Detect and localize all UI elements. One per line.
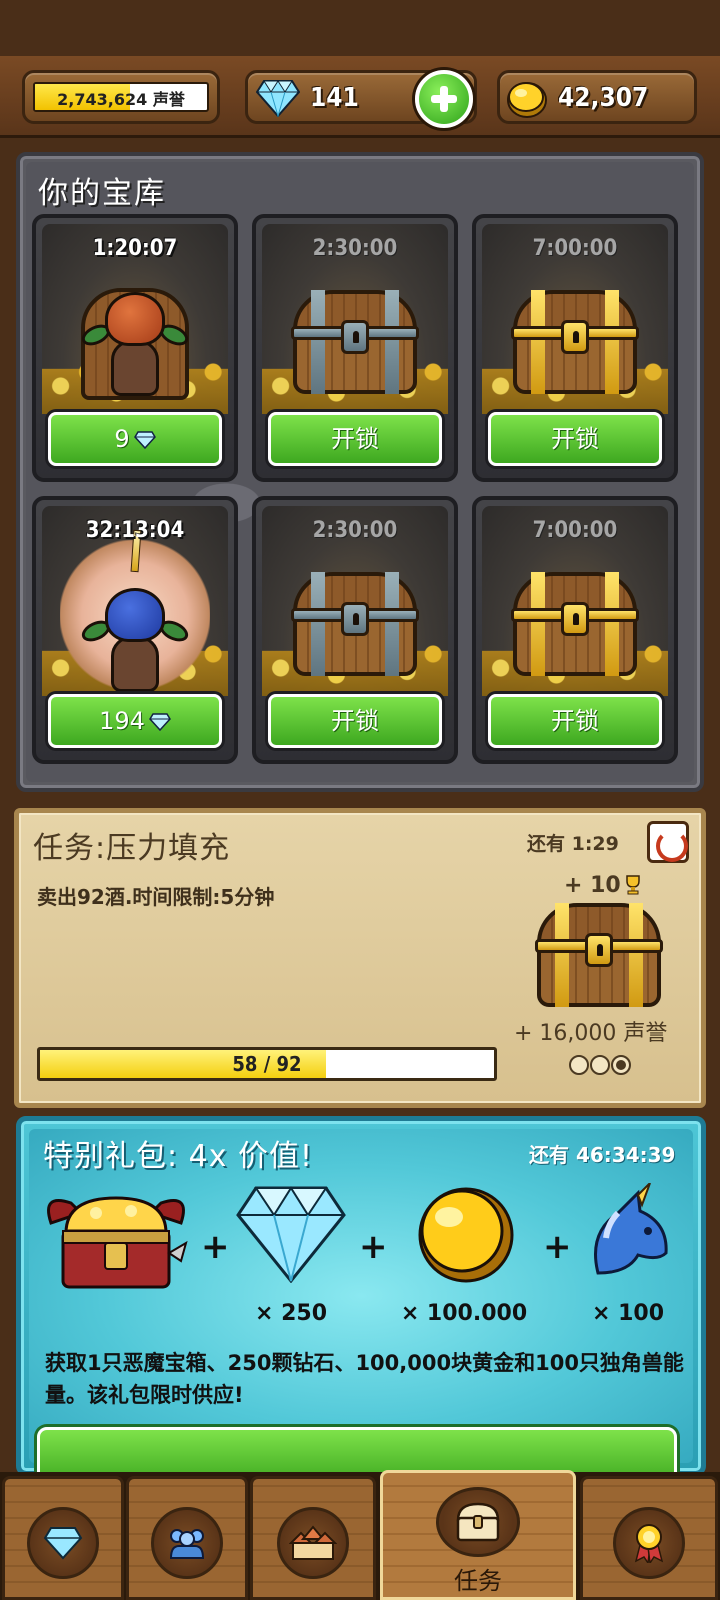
- unlock-button[interactable]: 开锁: [268, 412, 442, 466]
- speedup-cost: 9: [114, 425, 130, 453]
- gold-chest-icon: [511, 572, 639, 676]
- unicorn-icon: [594, 1182, 668, 1275]
- gold-coin-icon: [418, 1187, 514, 1283]
- gold-coin-icon: [507, 82, 547, 118]
- quest-progress-text: 58 / 92: [232, 1052, 302, 1076]
- stage-dot: [569, 1055, 589, 1075]
- slot-timer: 2:30:00: [312, 518, 398, 543]
- diamond-icon: [236, 1186, 346, 1284]
- reward-cups: + 10: [564, 873, 641, 898]
- plus-sign: +: [543, 1227, 572, 1267]
- quest-title: 任务:压力填充: [33, 831, 231, 866]
- iron-chest-icon: [291, 572, 419, 676]
- unlock-button[interactable]: 开锁: [268, 694, 442, 748]
- vault-slot-2[interactable]: 2:30:00 开锁: [252, 214, 458, 482]
- vault-title: 你的宝库: [38, 176, 166, 211]
- quest-progress-bar: 58 / 92: [37, 1047, 497, 1081]
- offer-title: 特别礼包: 4x 价值!: [43, 1139, 314, 1174]
- tab-quests-label: 任务: [454, 1567, 502, 1595]
- reputation-value: 2,743,624: [57, 90, 148, 109]
- special-offer-panel[interactable]: 特别礼包: 4x 价值! 还有 46:34:39 + × 250 + × 100…: [16, 1116, 706, 1487]
- offer-description: 获取1只恶魔宝箱、250颗钻石、100,000块黄金和100只独角兽能量。该礼包…: [45, 1351, 684, 1407]
- unlock-button[interactable]: 开锁: [488, 694, 662, 748]
- gem-icon: [133, 431, 156, 449]
- stage-dot: [590, 1055, 610, 1075]
- tab-achievements[interactable]: [580, 1476, 718, 1600]
- tab-people[interactable]: [126, 1476, 248, 1600]
- slot-timer: 2:30:00: [312, 236, 398, 261]
- gem-icon: [43, 1527, 83, 1560]
- buy-gems-button[interactable]: [415, 70, 473, 128]
- vault-slot-3[interactable]: 7:00:00 开锁: [472, 214, 678, 482]
- guarded-chest-red: [75, 282, 195, 406]
- resource-bar: 2,743,624 声誉 141 42,307: [0, 56, 720, 138]
- iron-chest-icon: [291, 290, 419, 394]
- diamond-qty: × 250: [254, 1301, 327, 1326]
- buildings-icon: [289, 1525, 337, 1560]
- treasure-vault: 你的宝库 1:20:07 9 2:30:00 开锁 7:00:00 开锁 32:…: [16, 152, 704, 792]
- speedup-cost: 194: [99, 707, 145, 735]
- unlock-button[interactable]: 开锁: [488, 412, 662, 466]
- quest-description: 卖出92酒.时间限制:5分钟: [37, 885, 275, 909]
- reputation-text: 2,743,624 声誉: [35, 86, 207, 110]
- slot-timer: 7:00:00: [532, 518, 618, 543]
- tab-gems[interactable]: [2, 1476, 124, 1600]
- quest-time-left: 还有 1:29: [527, 833, 619, 855]
- people-icon: [169, 1529, 205, 1559]
- speedup-button[interactable]: 9: [48, 412, 222, 466]
- medal-icon: [634, 1524, 664, 1563]
- trophy-icon: [625, 875, 640, 895]
- unicorn-qty: × 100: [591, 1301, 664, 1326]
- demon-chest-icon: [47, 1196, 188, 1289]
- reward-chest-icon: [535, 903, 663, 1007]
- vault-slot-5[interactable]: 2:30:00 开锁: [252, 496, 458, 764]
- slot-timer: 7:00:00: [532, 236, 618, 261]
- chest-icon: [456, 1502, 500, 1542]
- reward-reputation: + 16,000 声誉: [514, 1021, 668, 1046]
- gold-chest-icon: [511, 290, 639, 394]
- offer-gold: × 100.000: [389, 1183, 539, 1333]
- gem-count: 141: [310, 83, 359, 113]
- gem-icon: [148, 713, 171, 731]
- gem-icon: [256, 80, 300, 117]
- reward-cups-value: + 10: [564, 873, 621, 898]
- refresh-quest-button[interactable]: [647, 821, 689, 863]
- plus-sign: +: [359, 1227, 388, 1267]
- bottom-nav: 任务: [0, 1470, 720, 1600]
- tab-buildings[interactable]: [250, 1476, 376, 1600]
- reputation-meter[interactable]: 2,743,624 声誉: [22, 70, 220, 124]
- quest-stage-dots: [569, 1055, 632, 1079]
- plus-sign: +: [201, 1227, 230, 1267]
- vault-slot-1[interactable]: 1:20:07 9: [32, 214, 238, 482]
- slot-timer: 1:20:07: [92, 236, 178, 261]
- vault-slot-4[interactable]: 32:13:04 194: [32, 496, 238, 764]
- offer-unicorn: × 100: [573, 1182, 683, 1333]
- quest-card: 任务:压力填充 卖出92酒.时间限制:5分钟 还有 1:29 + 10 + 16…: [14, 808, 706, 1108]
- offer-diamond: × 250: [231, 1183, 351, 1333]
- reputation-bar: 2,743,624 声誉: [33, 82, 209, 112]
- vault-slot-6[interactable]: 7:00:00 开锁: [472, 496, 678, 764]
- reputation-unit: 声誉: [152, 90, 185, 109]
- gold-count: 42,307: [558, 83, 649, 113]
- gold-counter[interactable]: 42,307: [497, 70, 697, 124]
- guarded-chest-blue: [75, 578, 195, 702]
- stage-dot-active: [611, 1055, 631, 1075]
- offer-demon-chest: [41, 1183, 191, 1297]
- speedup-button[interactable]: 194: [48, 694, 222, 748]
- gold-qty: × 100.000: [400, 1301, 528, 1326]
- game-screen: 2,743,624 声誉 141 42,307 你的宝库 1:20:07 9 2…: [0, 0, 720, 1600]
- tab-quests[interactable]: 任务: [380, 1470, 576, 1600]
- offer-time-left: 还有 46:34:39: [529, 1143, 676, 1167]
- slot-timer: 32:13:04: [85, 518, 185, 543]
